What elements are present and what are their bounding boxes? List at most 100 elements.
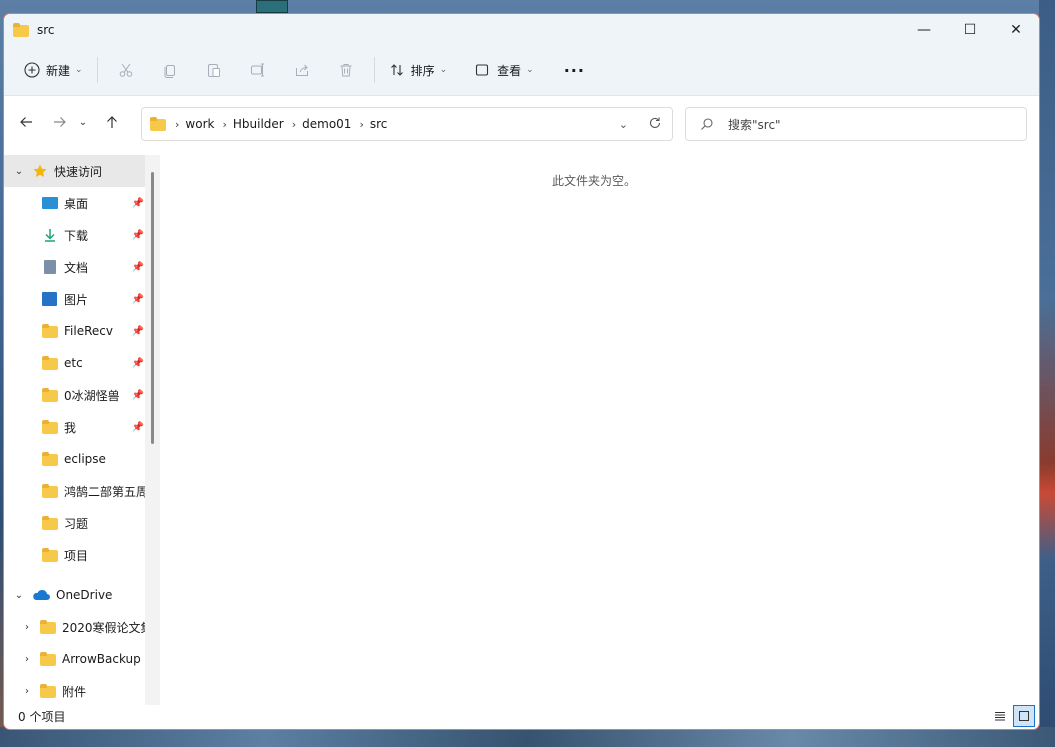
- folder-icon: [42, 452, 58, 466]
- breadcrumb-work[interactable]: work: [185, 117, 214, 131]
- wallpaper-right: [1039, 0, 1055, 747]
- pin-icon: 📌: [131, 197, 144, 209]
- sidebar-item-label: 下载: [64, 228, 89, 243]
- breadcrumb-demo01[interactable]: demo01: [302, 117, 351, 131]
- chevron-down-icon[interactable]: ⌄: [10, 590, 28, 601]
- breadcrumb-hbuilder[interactable]: Hbuilder: [233, 117, 284, 131]
- folder-icon: [42, 356, 58, 370]
- paste-icon[interactable]: [199, 54, 229, 86]
- address-bar[interactable]: › work › Hbuilder › demo01 › src ⌄: [141, 107, 673, 141]
- plus-circle-icon: [24, 62, 40, 78]
- sidebar-item-desktop[interactable]: 桌面 📌: [4, 187, 160, 219]
- sort-label: 排序: [410, 63, 435, 78]
- pin-icon: 📌: [131, 229, 144, 241]
- close-button[interactable]: ✕: [993, 14, 1039, 45]
- empty-folder-message: 此文件夹为空。: [551, 174, 636, 188]
- sidebar-item-label: 我: [64, 420, 77, 435]
- delete-icon[interactable]: [331, 54, 361, 86]
- sidebar-item-etc[interactable]: etc 📌: [4, 347, 160, 379]
- copy-icon[interactable]: [155, 54, 185, 86]
- document-icon: [42, 260, 58, 274]
- new-button-label: 新建: [46, 63, 71, 78]
- sidebar-item-projects[interactable]: 项目: [4, 539, 160, 571]
- up-arrow-icon[interactable]: [97, 107, 127, 137]
- address-history-chevron-icon[interactable]: ⌄: [619, 118, 628, 131]
- download-icon: [42, 228, 58, 242]
- picture-icon: [42, 292, 58, 306]
- pin-icon: 📌: [131, 293, 144, 305]
- folder-icon: [42, 324, 58, 338]
- folder-icon: [40, 684, 56, 698]
- cut-icon[interactable]: [111, 54, 141, 86]
- sidebar-item-label: 2020寒假论文集: [62, 620, 153, 635]
- chevron-right-icon: ›: [175, 117, 180, 131]
- chevron-right-icon[interactable]: ›: [359, 118, 363, 131]
- file-list-area[interactable]: 此文件夹为空。: [161, 155, 1027, 705]
- new-button[interactable]: 新建 ⌄: [16, 54, 91, 86]
- folder-icon: [42, 388, 58, 402]
- sidebar-item-documents[interactable]: 文档 📌: [4, 251, 160, 283]
- file-explorer-window: src — ☐ ✕ 新建 ⌄ 排序 ⌄ 查看 ⌄ ··· ⌄ › work › …: [3, 13, 1040, 730]
- maximize-button[interactable]: ☐: [947, 14, 993, 45]
- quick-access-item[interactable]: ⌄ 快速访问: [4, 155, 145, 187]
- breadcrumb-src[interactable]: src: [370, 117, 388, 131]
- view-button[interactable]: 查看 ⌄: [467, 54, 542, 86]
- sidebar-item-label: etc: [64, 356, 83, 370]
- sidebar-scrollbar-thumb[interactable]: [151, 172, 154, 444]
- onedrive-item-arrowbackup[interactable]: › ArrowBackup: [4, 643, 160, 675]
- sidebar-item-me[interactable]: 我 📌: [4, 411, 160, 443]
- wallpaper-bottom: [0, 727, 1055, 747]
- minimize-button[interactable]: —: [901, 14, 947, 45]
- sidebar-item-pictures[interactable]: 图片 📌: [4, 283, 160, 315]
- more-options-button[interactable]: ···: [556, 54, 593, 86]
- share-icon[interactable]: [287, 54, 317, 86]
- sort-button[interactable]: 排序 ⌄: [381, 54, 456, 86]
- pin-icon: 📌: [131, 389, 144, 401]
- sidebar-item-week5[interactable]: 鸿鹄二部第五周: [4, 475, 160, 507]
- back-arrow-icon[interactable]: [11, 107, 41, 137]
- onedrive-item-2020[interactable]: › 2020寒假论文集: [4, 611, 160, 643]
- pin-icon: 📌: [131, 261, 144, 273]
- chevron-right-icon[interactable]: ›: [222, 118, 226, 131]
- sidebar-item-filerecv[interactable]: FileRecv 📌: [4, 315, 160, 347]
- window-title: src: [37, 22, 55, 37]
- chevron-right-icon[interactable]: ›: [292, 118, 296, 131]
- chevron-right-icon[interactable]: ›: [18, 686, 36, 697]
- chevron-down-icon[interactable]: ⌄: [10, 166, 28, 177]
- chevron-down-icon: ⌄: [526, 65, 534, 75]
- sort-icon: [390, 64, 403, 76]
- search-placeholder: 搜索"src": [728, 117, 781, 132]
- chevron-right-icon[interactable]: ›: [18, 622, 36, 633]
- sidebar-item-eclipse[interactable]: eclipse: [4, 443, 160, 475]
- chevron-down-icon: ⌄: [75, 65, 83, 75]
- refresh-icon[interactable]: [648, 116, 662, 133]
- pin-icon: 📌: [131, 421, 144, 433]
- sidebar-item-icelake[interactable]: 0冰湖怪兽 📌: [4, 379, 160, 411]
- recent-locations-chevron-icon[interactable]: ⌄: [75, 107, 91, 137]
- rename-icon[interactable]: [243, 54, 273, 86]
- search-icon: [701, 118, 713, 130]
- sidebar-item-exercises[interactable]: 习题: [4, 507, 160, 539]
- folder-icon: [42, 516, 58, 530]
- sidebar-item-label: 项目: [64, 548, 89, 563]
- onedrive-item-attachments[interactable]: › 附件: [4, 675, 160, 705]
- title-bar[interactable]: src — ☐ ✕: [4, 14, 1039, 45]
- sidebar-item-downloads[interactable]: 下载 📌: [4, 219, 160, 251]
- folder-icon: [42, 420, 58, 434]
- sidebar-item-label: 文档: [64, 260, 89, 275]
- chevron-right-icon[interactable]: ›: [18, 654, 36, 665]
- search-box[interactable]: 搜索"src": [685, 107, 1027, 141]
- view-icon: [476, 64, 489, 76]
- tiles-view-icon[interactable]: [1013, 705, 1035, 727]
- navigation-pane[interactable]: ⌄ 快速访问 桌面 📌 下载 📌 文档 📌 图片 📌 FileRecv 📌 et…: [4, 155, 160, 705]
- window-controls: — ☐ ✕: [901, 14, 1039, 45]
- divider: [96, 57, 98, 83]
- sidebar-item-label: 快速访问: [54, 164, 103, 179]
- folder-icon: [42, 484, 58, 498]
- folder-icon: [42, 548, 58, 562]
- forward-arrow-icon[interactable]: [45, 107, 75, 137]
- details-view-icon[interactable]: [989, 705, 1011, 727]
- desktop-icon: [42, 196, 58, 210]
- onedrive-item[interactable]: ⌄ OneDrive: [4, 579, 160, 611]
- sidebar-item-label: FileRecv: [64, 324, 113, 338]
